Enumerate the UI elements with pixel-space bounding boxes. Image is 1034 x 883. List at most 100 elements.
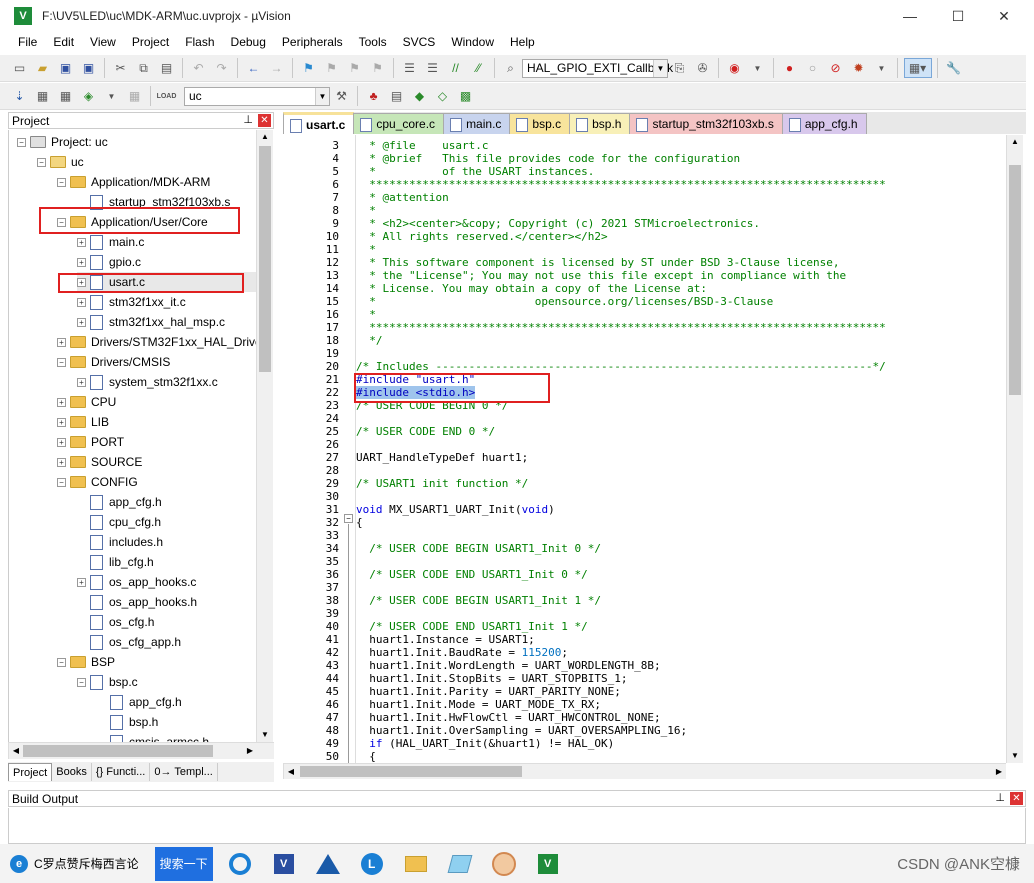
news-ticker[interactable]: C罗点赞斥梅西言论 bbox=[34, 855, 139, 872]
expand-icon[interactable]: + bbox=[57, 437, 66, 447]
comment-icon[interactable]: // bbox=[446, 58, 466, 78]
editor-hscrollbar[interactable]: ◀ ▶ bbox=[283, 763, 1006, 779]
menu-tools[interactable]: Tools bbox=[351, 35, 395, 49]
rebuild-icon[interactable]: ▦ bbox=[56, 86, 76, 106]
target-options-icon[interactable]: ⚒ bbox=[332, 86, 352, 106]
collapse-icon[interactable]: − bbox=[37, 157, 46, 167]
tree-item[interactable]: cpu_cfg.h bbox=[77, 512, 161, 532]
uvision-green-icon[interactable]: V bbox=[531, 847, 565, 881]
code-line[interactable]: huart1.Init.HwFlowCtl = UART_HWCONTROL_N… bbox=[356, 711, 660, 724]
sail-app-icon[interactable] bbox=[311, 847, 345, 881]
tab-functions[interactable]: {} Functi... bbox=[92, 763, 151, 781]
breakpoint-insert-icon[interactable]: ● bbox=[780, 58, 800, 78]
chevron-down-icon[interactable]: ▼ bbox=[872, 58, 892, 78]
tree-item[interactable]: + stm32f1xx_hal_msp.c bbox=[77, 312, 225, 332]
paste-icon[interactable]: ▤ bbox=[157, 58, 177, 78]
tree-item[interactable]: + LIB bbox=[57, 412, 109, 432]
scroll-left-icon[interactable]: ◀ bbox=[284, 764, 298, 779]
code-line[interactable]: void MX_USART1_UART_Init(void) bbox=[356, 503, 555, 516]
configure-wrench-icon[interactable]: 🔧 bbox=[944, 58, 964, 78]
editor-tab[interactable]: cpu_core.c bbox=[353, 113, 445, 134]
debug-session-icon[interactable]: ◉ bbox=[725, 58, 745, 78]
menu-edit[interactable]: Edit bbox=[45, 35, 82, 49]
tree-item[interactable]: + gpio.c bbox=[77, 252, 141, 272]
find-in-files-icon[interactable]: ⌕ bbox=[501, 58, 521, 78]
tree-item[interactable]: + CPU bbox=[57, 392, 116, 412]
bookmark-prev-icon[interactable]: ⚑ bbox=[322, 58, 342, 78]
editor-tab[interactable]: bsp.c bbox=[509, 113, 571, 134]
editor-vscrollbar[interactable]: ▲ ▼ bbox=[1006, 135, 1023, 763]
chevron-down-icon[interactable]: ▼ bbox=[315, 87, 329, 105]
collapse-icon[interactable]: − bbox=[57, 177, 66, 187]
browser-icon[interactable] bbox=[223, 847, 257, 881]
code-line[interactable]: /* USER CODE END USART1_Init 1 */ bbox=[356, 620, 588, 633]
code-line[interactable]: * @brief This file provides code for the… bbox=[356, 152, 740, 165]
expand-icon[interactable]: + bbox=[57, 417, 66, 427]
code-line[interactable]: ****************************************… bbox=[356, 321, 886, 334]
menu-svcs[interactable]: SVCS bbox=[395, 35, 444, 49]
code-line[interactable]: ****************************************… bbox=[356, 178, 886, 191]
window-layout-icon[interactable]: ▦▾ bbox=[903, 58, 932, 78]
code-line[interactable]: /* USER CODE END USART1_Init 0 */ bbox=[356, 568, 588, 581]
code-line[interactable]: huart1.Init.Mode = UART_MODE_TX_RX; bbox=[356, 698, 601, 711]
search-button[interactable]: 搜索一下 bbox=[154, 846, 213, 881]
translate-icon[interactable]: ⇣ bbox=[10, 86, 30, 106]
tree-item[interactable]: includes.h bbox=[77, 532, 163, 552]
tree-item[interactable]: os_app_hooks.h bbox=[77, 592, 197, 612]
navigate-forward-icon[interactable]: → bbox=[267, 58, 287, 78]
runtime-env-icon[interactable]: ▩ bbox=[456, 86, 476, 106]
code-line[interactable]: * bbox=[356, 243, 376, 256]
close-icon[interactable]: ✕ bbox=[1010, 792, 1023, 805]
pack-installer-icon[interactable]: ◇ bbox=[433, 86, 453, 106]
incremental-find-icon[interactable]: ✇ bbox=[693, 58, 713, 78]
chevron-down-icon[interactable]: ▼ bbox=[653, 59, 667, 77]
code-line[interactable]: * All rights reserved.</center></h2> bbox=[356, 230, 607, 243]
expand-icon[interactable]: + bbox=[57, 457, 66, 467]
code-line[interactable]: huart1.Init.OverSampling = UART_OVERSAMP… bbox=[356, 724, 687, 737]
code-line[interactable]: /* USER CODE BEGIN USART1_Init 1 */ bbox=[356, 594, 601, 607]
code-line[interactable]: * bbox=[356, 308, 376, 321]
code-line[interactable]: UART_HandleTypeDef huart1; bbox=[356, 451, 528, 464]
menu-flash[interactable]: Flash bbox=[177, 35, 222, 49]
scroll-up-icon[interactable]: ▲ bbox=[1007, 135, 1023, 149]
tree-item[interactable]: − CONFIG bbox=[57, 472, 138, 492]
close-icon[interactable]: ✕ bbox=[258, 114, 271, 127]
breakpoint-clear-icon[interactable]: ⊘ bbox=[826, 58, 846, 78]
menu-help[interactable]: Help bbox=[502, 35, 543, 49]
scroll-right-icon[interactable]: ▶ bbox=[992, 764, 1006, 779]
expand-icon[interactable]: + bbox=[57, 397, 66, 407]
editor-tab[interactable]: app_cfg.h bbox=[781, 113, 867, 134]
code-line[interactable]: * bbox=[356, 204, 376, 217]
expand-icon[interactable]: + bbox=[77, 257, 86, 267]
collapse-icon[interactable]: − bbox=[57, 657, 66, 667]
chevron-down-icon[interactable]: ▼ bbox=[102, 86, 122, 106]
file-explorer-icon[interactable] bbox=[399, 847, 433, 881]
function-combo[interactable]: HAL_GPIO_EXTI_Callback ▼ bbox=[522, 58, 673, 78]
menu-file[interactable]: File bbox=[10, 35, 45, 49]
open-folder-icon[interactable]: ▰ bbox=[33, 58, 53, 78]
bookmark-toggle-icon[interactable]: ⚑ bbox=[299, 58, 319, 78]
tree-item[interactable]: − bsp.c bbox=[77, 672, 138, 692]
tree-item[interactable]: − BSP bbox=[57, 652, 115, 672]
tree-item[interactable]: os_cfg.h bbox=[77, 612, 154, 632]
project-tree-scrollbar[interactable]: ▲ ▼ bbox=[256, 130, 273, 742]
editor-tab[interactable]: usart.c bbox=[283, 112, 355, 134]
tree-item[interactable]: + main.c bbox=[77, 232, 144, 252]
tree-item[interactable]: + Drivers/STM32F1xx_HAL_Drive bbox=[57, 332, 256, 352]
scroll-left-icon[interactable]: ◀ bbox=[9, 743, 23, 759]
redo-icon[interactable]: ↷ bbox=[212, 58, 232, 78]
editor-tab[interactable]: startup_stm32f103xb.s bbox=[629, 113, 783, 134]
code-line[interactable]: /* Includes ----------------------------… bbox=[356, 360, 886, 373]
batch-build-icon[interactable]: ◈ bbox=[79, 86, 99, 106]
expand-icon[interactable]: + bbox=[57, 337, 66, 347]
code-line[interactable]: if (HAL_UART_Init(&huart1) != HAL_OK) bbox=[356, 737, 614, 750]
code-line[interactable]: * @attention bbox=[356, 191, 448, 204]
code-line[interactable]: huart1.Init.WordLength = UART_WORDLENGTH… bbox=[356, 659, 660, 672]
code-line[interactable]: */ bbox=[356, 334, 382, 347]
tree-item[interactable]: + SOURCE bbox=[57, 452, 142, 472]
menu-debug[interactable]: Debug bbox=[223, 35, 274, 49]
avatar-app-icon[interactable] bbox=[487, 847, 521, 881]
tree-item[interactable]: + system_stm32f1xx.c bbox=[77, 372, 218, 392]
new-file-icon[interactable]: ▭ bbox=[10, 58, 30, 78]
code-line[interactable]: huart1.Init.Parity = UART_PARITY_NONE; bbox=[356, 685, 621, 698]
